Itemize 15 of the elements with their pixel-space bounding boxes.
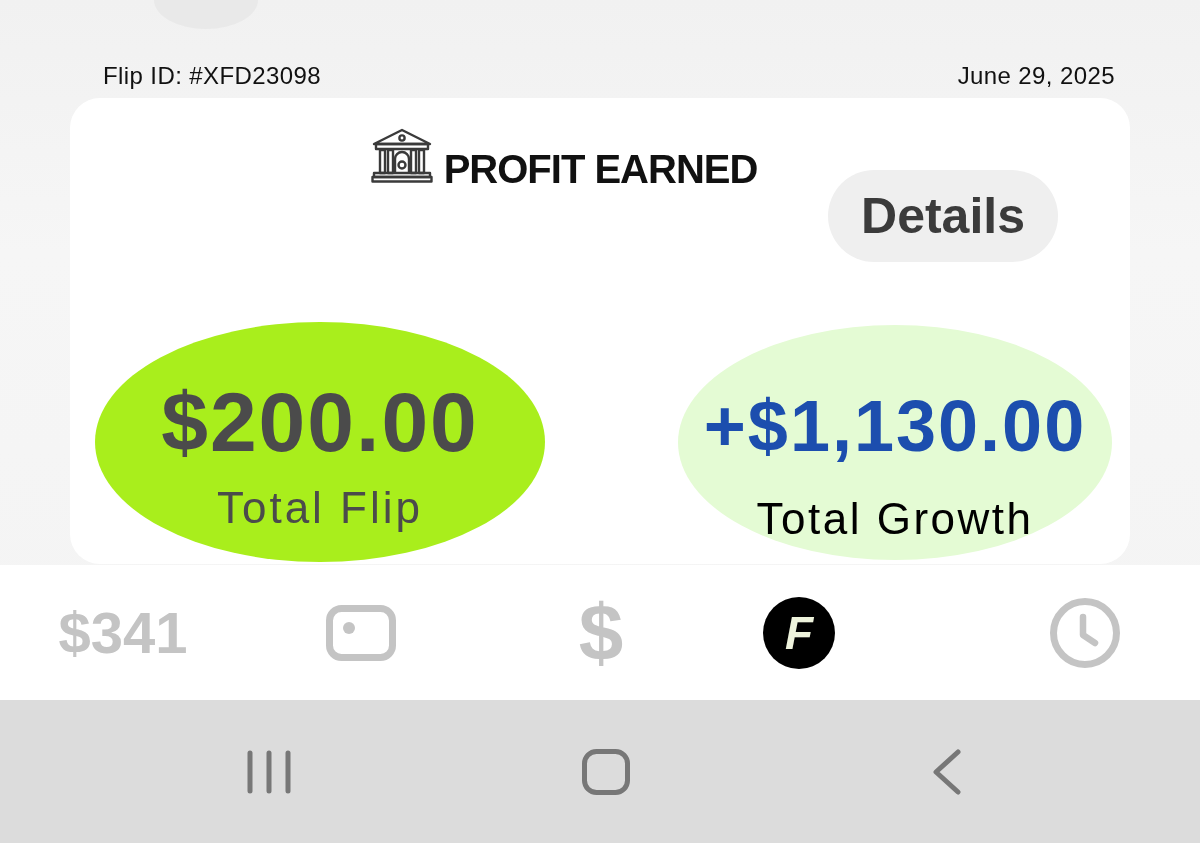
back-icon[interactable] — [932, 748, 962, 795]
logo-tab[interactable]: F — [763, 596, 835, 669]
bank-icon — [370, 128, 433, 183]
flip-id: Flip ID: #XFD23098 — [103, 62, 321, 90]
clock-icon[interactable] — [1049, 597, 1121, 668]
details-button[interactable]: Details — [828, 170, 1058, 262]
recents-icon[interactable] — [247, 749, 291, 794]
card-icon[interactable] — [326, 604, 396, 661]
home-icon[interactable] — [582, 748, 630, 795]
stat-value: $200.00 — [161, 377, 479, 467]
stat-label: Total Growth — [756, 493, 1034, 544]
stat-value: +$1,130.00 — [703, 385, 1087, 466]
date: June 29, 2025 — [957, 62, 1115, 90]
stat-label: Total Flip — [216, 483, 424, 533]
card-title: PROFIT EARNED — [443, 149, 758, 189]
